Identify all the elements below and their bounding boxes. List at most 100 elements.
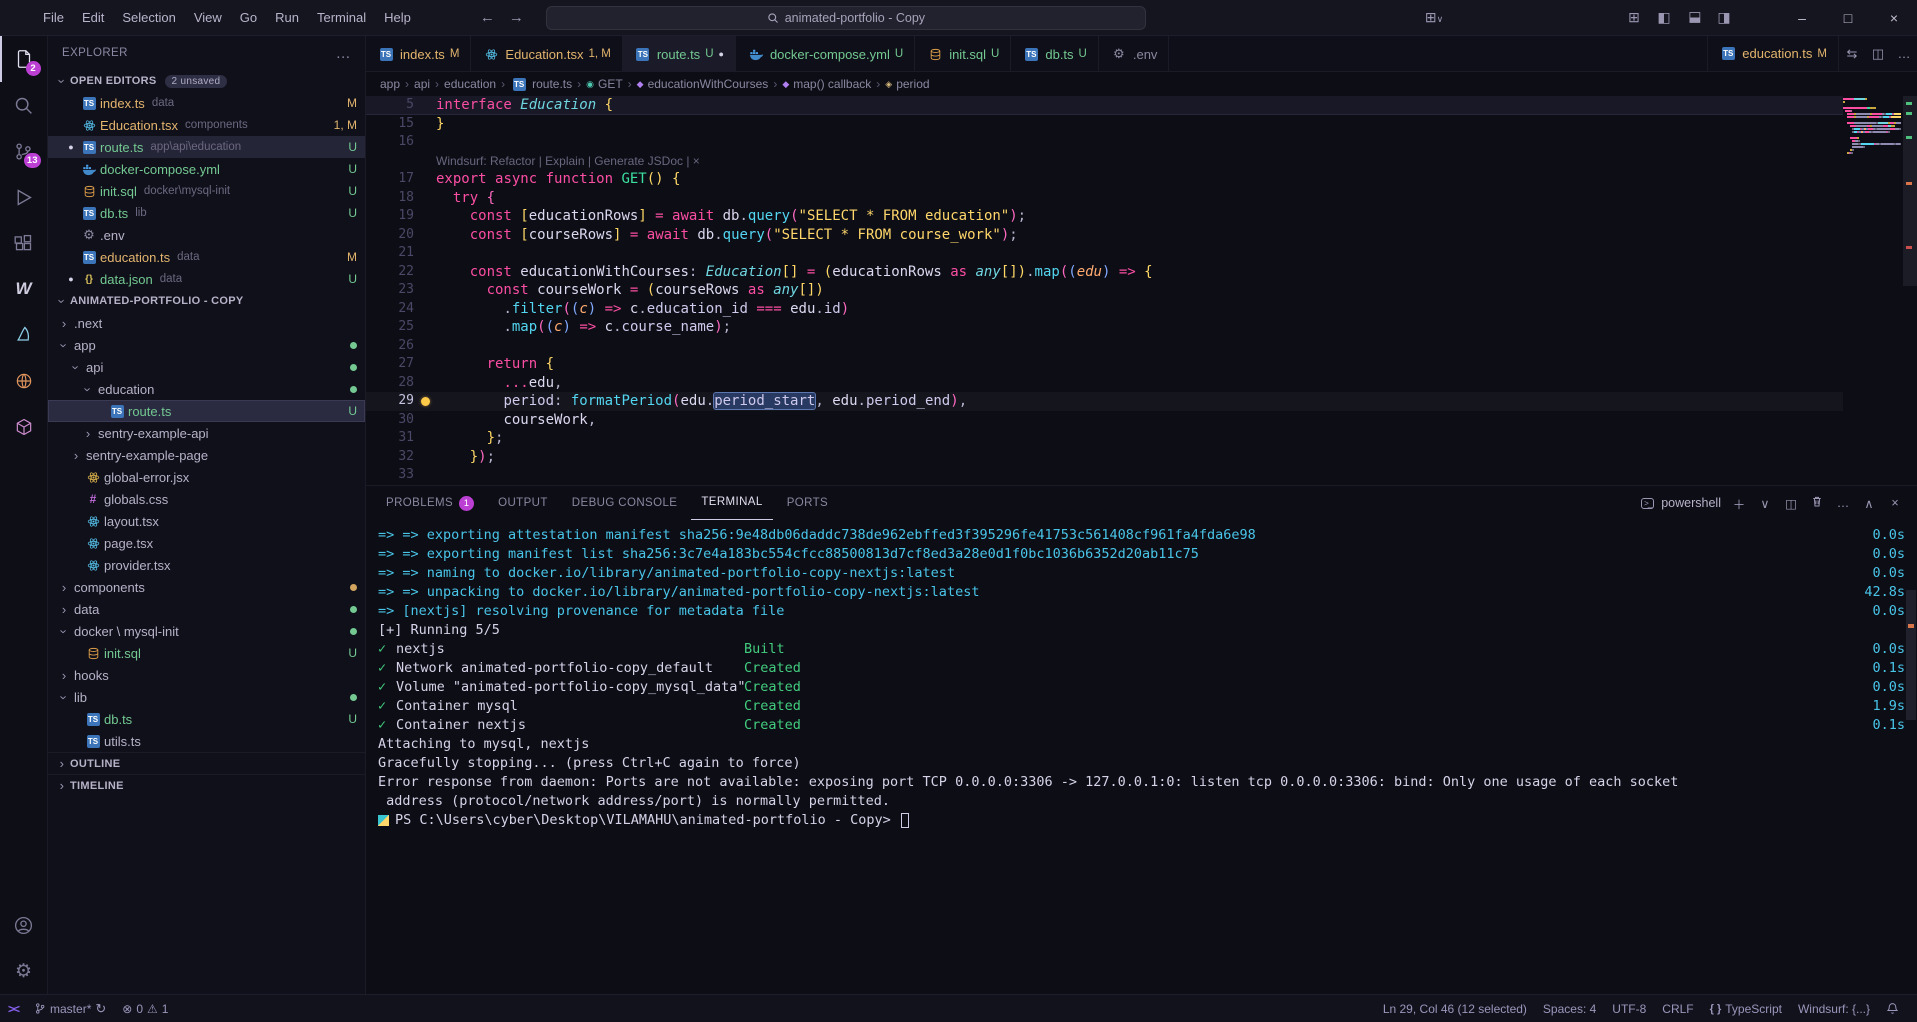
editor-more-actions-icon[interactable]: … [1891, 46, 1917, 61]
panel-tab-debug-console[interactable]: DEBUG CONSOLE [562, 487, 688, 520]
close-button[interactable]: × [1871, 0, 1917, 36]
extensions-icon[interactable] [0, 220, 48, 266]
terminal-output[interactable]: => => exporting attestation manifest sha… [366, 520, 1917, 994]
tree-item-sentry-example-api[interactable]: ›sentry-example-api [48, 422, 365, 444]
open-editor-Education.tsx[interactable]: Education.tsxcomponents1, M [48, 114, 365, 136]
windsurf-status[interactable]: Windsurf: {...} [1790, 995, 1878, 1022]
shell-label[interactable]: powershell [1661, 496, 1721, 510]
explorer-icon[interactable]: 2 [0, 36, 48, 82]
open-editor-index.ts[interactable]: TSindex.tsdataM [48, 92, 365, 114]
breadcrumb-item-map-callback[interactable]: ◆map() callback [782, 77, 871, 91]
problems-indicator[interactable]: ⊗ 0 ⚠ 1 [114, 995, 176, 1022]
split-terminal-icon[interactable]: ◫ [1779, 496, 1803, 511]
tree-item-page.tsx[interactable]: page.tsx [48, 532, 365, 554]
code-line-30[interactable]: 30 courseWork, [366, 411, 1843, 430]
open-changes-icon[interactable]: ⇆ [1839, 46, 1865, 62]
tree-item-components[interactable]: ›components [48, 576, 365, 598]
code-line-16[interactable]: 16 [366, 133, 1843, 152]
code-line-20[interactable]: 20 const [courseRows] = await db.query("… [366, 226, 1843, 245]
breadcrumb-item-education[interactable]: education [444, 77, 496, 91]
tab-education.ts[interactable]: TSeducation.tsM [1707, 36, 1839, 72]
panel-tab-output[interactable]: OUTPUT [488, 487, 558, 520]
code-line-29[interactable]: 29 period: formatPeriod(edu.period_start… [366, 392, 1843, 411]
toggle-panel-icon[interactable]: ◧ [1686, 3, 1703, 33]
code-line-21[interactable]: 21 [366, 244, 1843, 263]
tree-item-.next[interactable]: ›.next [48, 312, 365, 334]
command-center-search[interactable]: animated-portfolio - Copy [546, 6, 1146, 30]
code-line-22[interactable]: 22 const educationWithCourses: Education… [366, 263, 1843, 282]
code-line-5[interactable]: 5interface Education { [366, 96, 1843, 115]
menu-edit[interactable]: Edit [73, 0, 113, 36]
breadcrumb-item-educationwithcourses[interactable]: ◆educationWithCourses [637, 77, 769, 91]
remote-indicator[interactable]: >< [0, 995, 26, 1022]
tree-item-init.sql[interactable]: init.sqlU [48, 642, 365, 664]
tab-db.ts[interactable]: TSdb.tsU [1011, 36, 1099, 72]
customize-layout-icon[interactable]: ⊞ [1619, 9, 1649, 26]
project-root-header[interactable]: › ANIMATED-PORTFOLIO - COPY [48, 290, 365, 312]
code-line-33[interactable]: 33 [366, 466, 1843, 485]
tab-route.ts[interactable]: TSroute.tsU● [623, 36, 736, 72]
tree-item-global-error.jsx[interactable]: global-error.jsx [48, 466, 365, 488]
overview-ruler[interactable] [1903, 96, 1917, 485]
open-editor-.env[interactable]: ⚙.env [48, 224, 365, 246]
tab-.env[interactable]: ⚙.env [1099, 36, 1170, 72]
breadcrumb-item-route-ts[interactable]: TSroute.ts [510, 77, 572, 91]
open-editor-route.ts[interactable]: ●TSroute.tsapp\api\educationU [48, 136, 365, 158]
encoding[interactable]: UTF-8 [1604, 995, 1654, 1022]
eol-sequence[interactable]: CRLF [1654, 995, 1701, 1022]
tree-item-route.ts[interactable]: TSroute.tsU [48, 400, 365, 422]
indentation[interactable]: Spaces: 4 [1535, 995, 1604, 1022]
windsurf-codelens[interactable]: Windsurf: Refactor | Explain | Generate … [366, 152, 1843, 171]
new-terminal-icon[interactable]: ＋ [1727, 494, 1751, 513]
branch-indicator[interactable]: master* ↻ [26, 995, 114, 1022]
menu-go[interactable]: Go [231, 0, 266, 36]
minimap[interactable] [1843, 98, 1901, 158]
kill-terminal-icon[interactable] [1805, 495, 1829, 511]
tree-item-sentry-example-page[interactable]: ›sentry-example-page [48, 444, 365, 466]
code-line-15[interactable]: 15} [366, 115, 1843, 134]
tree-item-education[interactable]: ›education [48, 378, 365, 400]
cursor-position[interactable]: Ln 29, Col 46 (12 selected) [1375, 995, 1535, 1022]
breadcrumb-item-app[interactable]: app [380, 77, 400, 91]
nav-forward-icon[interactable]: → [509, 9, 524, 26]
sphere-icon[interactable] [0, 358, 48, 404]
breadcrumb-item-period[interactable]: ◈period [885, 77, 929, 91]
sail-icon[interactable] [0, 312, 48, 358]
tree-item-docker-mysql-init[interactable]: ›docker \ mysql-init [48, 620, 365, 642]
tab-Education.tsx[interactable]: Education.tsx1, M [471, 36, 622, 72]
tree-item-globals.css[interactable]: #globals.css [48, 488, 365, 510]
terminal-scrollbar[interactable] [1906, 560, 1916, 990]
code-line-31[interactable]: 31 }; [366, 429, 1843, 448]
terminal-dropdown-icon[interactable]: ∨ [1753, 496, 1777, 511]
tree-item-lib[interactable]: ›lib [48, 686, 365, 708]
source-control-icon[interactable]: 13 [0, 128, 48, 174]
code-line-23[interactable]: 23 const courseWork = (courseRows as any… [366, 281, 1843, 300]
tree-item-api[interactable]: ›api [48, 356, 365, 378]
open-editors-header[interactable]: › OPEN EDITORS 2 unsaved [48, 70, 365, 92]
settings-gear-icon[interactable]: ⚙ [0, 948, 48, 994]
close-panel-icon[interactable]: × [1883, 496, 1907, 510]
open-editor-data.json[interactable]: ●{}data.jsondataU [48, 268, 365, 290]
language-mode[interactable]: { } TypeScript [1702, 995, 1790, 1022]
maximize-button[interactable]: □ [1825, 0, 1871, 36]
panel-more-actions-icon[interactable]: … [1831, 496, 1855, 510]
panel-tab-problems[interactable]: PROBLEMS1 [376, 487, 484, 520]
menu-file[interactable]: File [34, 0, 73, 36]
tree-item-app[interactable]: ›app [48, 334, 365, 356]
outline-header[interactable]: › OUTLINE [48, 752, 365, 774]
code-line-32[interactable]: 32 }); [366, 448, 1843, 467]
split-editor-icon[interactable]: ◫ [1865, 46, 1891, 62]
timeline-header[interactable]: › TIMELINE [48, 774, 365, 796]
open-editor-docker-compose.yml[interactable]: docker-compose.ymlU [48, 158, 365, 180]
notifications-bell[interactable] [1878, 995, 1907, 1022]
open-editor-init.sql[interactable]: init.sqldocker\mysql-initU [48, 180, 365, 202]
code-line-28[interactable]: 28 ...edu, [366, 374, 1843, 393]
explorer-more-actions-icon[interactable]: … [336, 45, 351, 62]
menu-terminal[interactable]: Terminal [308, 0, 375, 36]
open-editor-education.ts[interactable]: TSeducation.tsdataM [48, 246, 365, 268]
breadcrumb-item-api[interactable]: api [414, 77, 430, 91]
tree-item-layout.tsx[interactable]: layout.tsx [48, 510, 365, 532]
menu-view[interactable]: View [185, 0, 231, 36]
menu-help[interactable]: Help [375, 0, 420, 36]
package-icon[interactable] [0, 404, 48, 450]
